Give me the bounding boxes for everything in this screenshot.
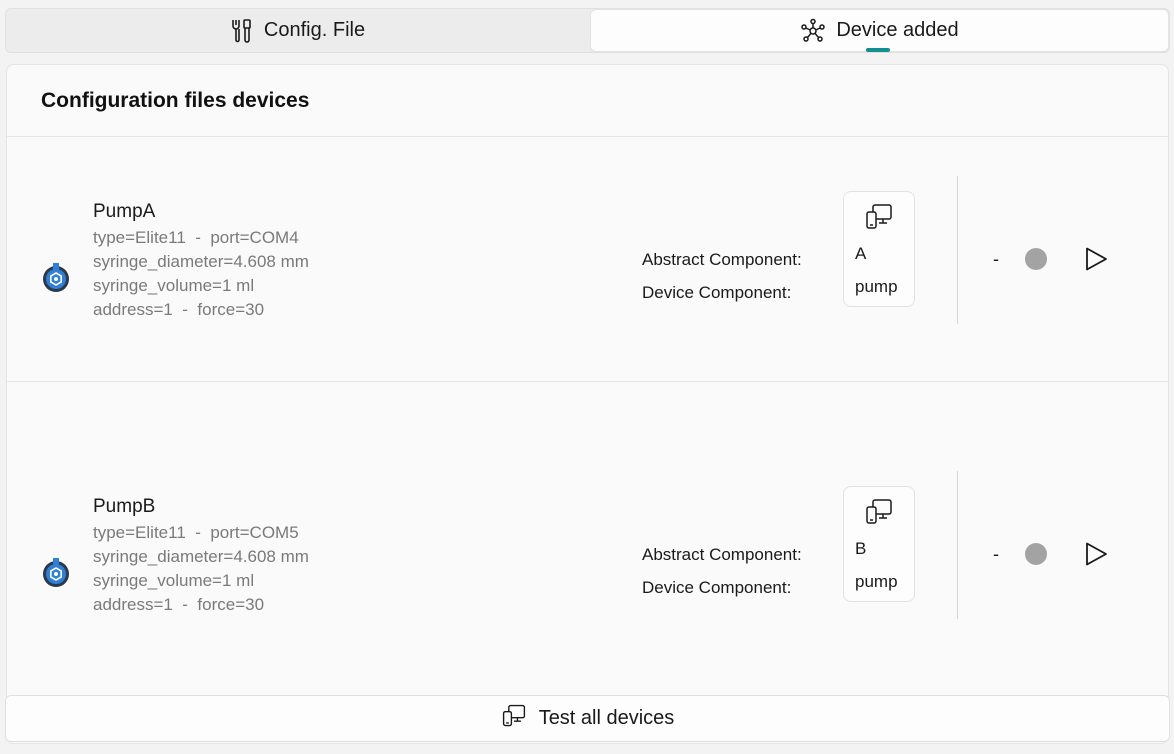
devices-icon	[864, 202, 894, 237]
abstract-component-label: Abstract Component:	[642, 545, 802, 564]
device-component-value: pump	[855, 572, 898, 591]
pump-device-icon	[41, 261, 71, 292]
play-icon	[1086, 542, 1107, 566]
device-detail-line: syringe_volume=1 ml	[93, 571, 255, 590]
play-button[interactable]	[1083, 541, 1109, 572]
device-detail-line: syringe_volume=1 ml	[93, 276, 255, 295]
devices-icon	[501, 703, 527, 735]
device-row: PumpB type=Elite11 - port=COM5 syringe_d…	[7, 471, 1168, 686]
panel-title: Configuration files devices	[41, 89, 310, 112]
vertical-divider	[957, 471, 958, 619]
status-text: -	[993, 249, 999, 269]
devices-icon	[864, 497, 894, 532]
device-name: PumpB	[93, 496, 156, 517]
test-all-devices-label: Test all devices	[538, 707, 675, 729]
device-component-label: Device Component:	[642, 578, 792, 597]
network-icon	[800, 18, 826, 44]
device-detail-line: type=Elite11 - port=COM4	[93, 228, 299, 247]
device-detail-line: address=1 - force=30	[93, 595, 265, 614]
abstract-component-value: A	[855, 244, 867, 263]
row-divider	[7, 381, 1168, 382]
device-detail-line: syringe_diameter=4.608 mm	[93, 547, 309, 566]
tools-icon	[230, 18, 254, 44]
status-indicator	[1025, 543, 1047, 565]
tab-config-file[interactable]: Config. File	[6, 9, 589, 52]
tab-config-label: Config. File	[263, 19, 366, 41]
component-selector-button[interactable]: A pump	[843, 191, 915, 307]
device-row: PumpA type=Elite11 - port=COM4 syringe_d…	[7, 176, 1168, 391]
header-divider	[7, 136, 1168, 137]
test-all-devices-button[interactable]: Test all devices	[5, 695, 1170, 742]
device-component-value: pump	[855, 277, 898, 296]
play-icon	[1086, 247, 1107, 271]
device-detail-line: type=Elite11 - port=COM5	[93, 523, 299, 542]
play-button[interactable]	[1083, 246, 1109, 277]
pump-device-icon	[41, 556, 71, 587]
abstract-component-label: Abstract Component:	[642, 250, 802, 269]
device-detail-line: syringe_diameter=4.608 mm	[93, 252, 309, 271]
devices-panel: Configuration files devices PumpA type=E…	[6, 64, 1169, 744]
vertical-divider	[957, 176, 958, 324]
tab-device-added[interactable]: Device added	[590, 9, 1169, 52]
device-component-label: Device Component:	[642, 283, 792, 302]
device-name: PumpA	[93, 201, 156, 222]
active-tab-indicator	[866, 48, 890, 52]
status-text: -	[993, 544, 999, 564]
component-selector-button[interactable]: B pump	[843, 486, 915, 602]
tab-device-label: Device added	[836, 19, 959, 41]
abstract-component-value: B	[855, 539, 867, 558]
tab-bar: Config. File Device added	[5, 8, 1170, 53]
status-indicator	[1025, 248, 1047, 270]
device-detail-line: address=1 - force=30	[93, 300, 265, 319]
